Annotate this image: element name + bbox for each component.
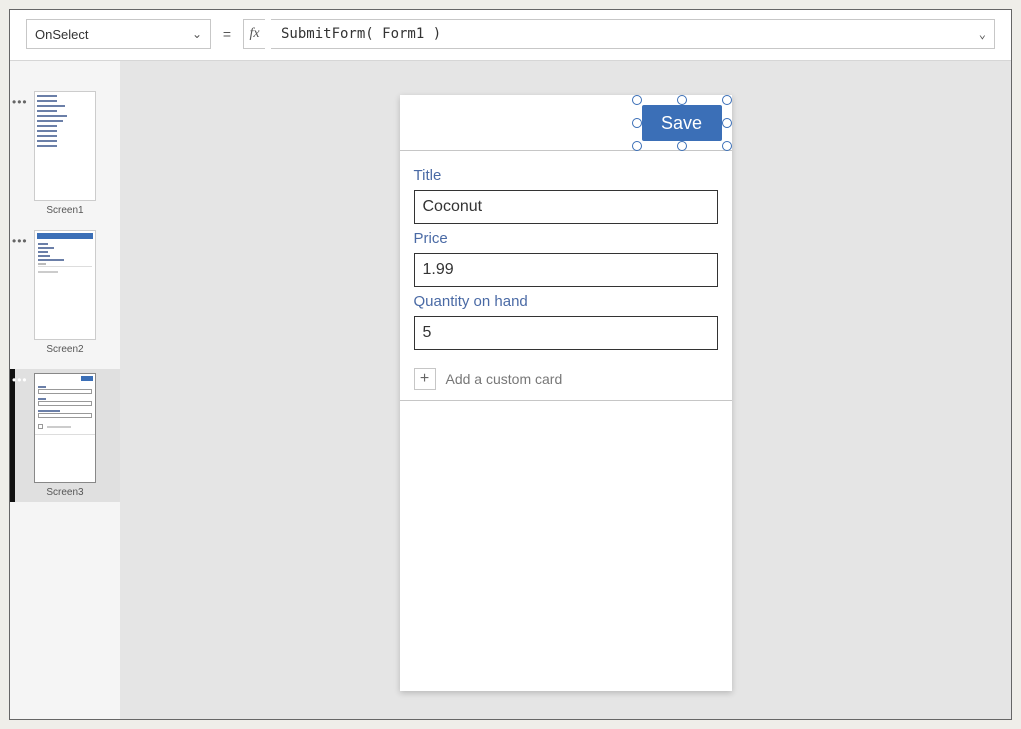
- resize-handle[interactable]: [677, 141, 687, 151]
- add-custom-card[interactable]: + Add a custom card: [414, 368, 718, 390]
- app-preview: Save: [400, 95, 732, 691]
- fx-icon[interactable]: fx: [243, 19, 265, 49]
- field-value: Coconut: [423, 198, 483, 216]
- screen-thumbnail-label: Screen2: [10, 344, 120, 355]
- resize-handle[interactable]: [677, 95, 687, 105]
- resize-handle[interactable]: [722, 118, 732, 128]
- more-icon[interactable]: •••: [12, 234, 28, 248]
- equals-label: =: [217, 19, 237, 49]
- resize-handle[interactable]: [632, 95, 642, 105]
- screen-thumbnail-label: Screen1: [10, 205, 120, 216]
- formula-bar: OnSelect ⌄ = fx SubmitForm( Form1 ) ⌄: [26, 19, 995, 49]
- screen-thumbnail-preview: [34, 91, 96, 201]
- screen-thumbnail-preview: [34, 230, 96, 340]
- screen-thumbnail-2[interactable]: ••• Screen2: [10, 230, 120, 355]
- app-root: OnSelect ⌄ = fx SubmitForm( Form1 ) ⌄ ••…: [0, 0, 1021, 729]
- property-selector[interactable]: OnSelect ⌄: [26, 19, 211, 49]
- resize-handle[interactable]: [722, 141, 732, 151]
- property-selector-value: OnSelect: [35, 27, 88, 42]
- save-button[interactable]: Save: [642, 105, 722, 141]
- resize-handle[interactable]: [722, 95, 732, 105]
- canvas-area: Save: [120, 61, 1011, 719]
- save-button-selection: Save: [642, 105, 722, 141]
- plus-icon: +: [414, 368, 436, 390]
- field-label-quantity: Quantity on hand: [414, 293, 718, 310]
- screen-thumbnail-1[interactable]: ••• Screen1: [10, 91, 120, 216]
- field-input-title[interactable]: Coconut: [414, 190, 718, 224]
- screen-thumbnail-label: Screen3: [10, 487, 120, 498]
- screen-thumbnail-3[interactable]: ••• Screen3: [10, 369, 120, 502]
- more-icon[interactable]: •••: [12, 373, 28, 387]
- workspace: ••• Screen1: [10, 60, 1011, 719]
- formula-input[interactable]: SubmitForm( Form1 ) ⌄: [271, 19, 995, 49]
- field-input-price[interactable]: 1.99: [414, 253, 718, 287]
- formula-text: SubmitForm( Form1 ): [281, 26, 441, 42]
- chevron-down-icon: ⌄: [192, 27, 202, 41]
- screen-thumbnail-preview: [34, 373, 96, 483]
- add-custom-card-label: Add a custom card: [446, 371, 563, 387]
- field-value: 5: [423, 324, 432, 342]
- app-header: Save: [400, 95, 732, 151]
- resize-handle[interactable]: [632, 141, 642, 151]
- chevron-down-icon[interactable]: ⌄: [979, 27, 986, 41]
- field-input-quantity[interactable]: 5: [414, 316, 718, 350]
- screens-panel: ••• Screen1: [10, 61, 120, 719]
- field-label-price: Price: [414, 230, 718, 247]
- field-value: 1.99: [423, 261, 454, 279]
- field-label-title: Title: [414, 167, 718, 184]
- editor-frame: OnSelect ⌄ = fx SubmitForm( Form1 ) ⌄ ••…: [9, 9, 1012, 720]
- resize-handle[interactable]: [632, 118, 642, 128]
- more-icon[interactable]: •••: [12, 95, 28, 109]
- form-body: Title Coconut Price 1.99 Quantity on han…: [400, 151, 732, 401]
